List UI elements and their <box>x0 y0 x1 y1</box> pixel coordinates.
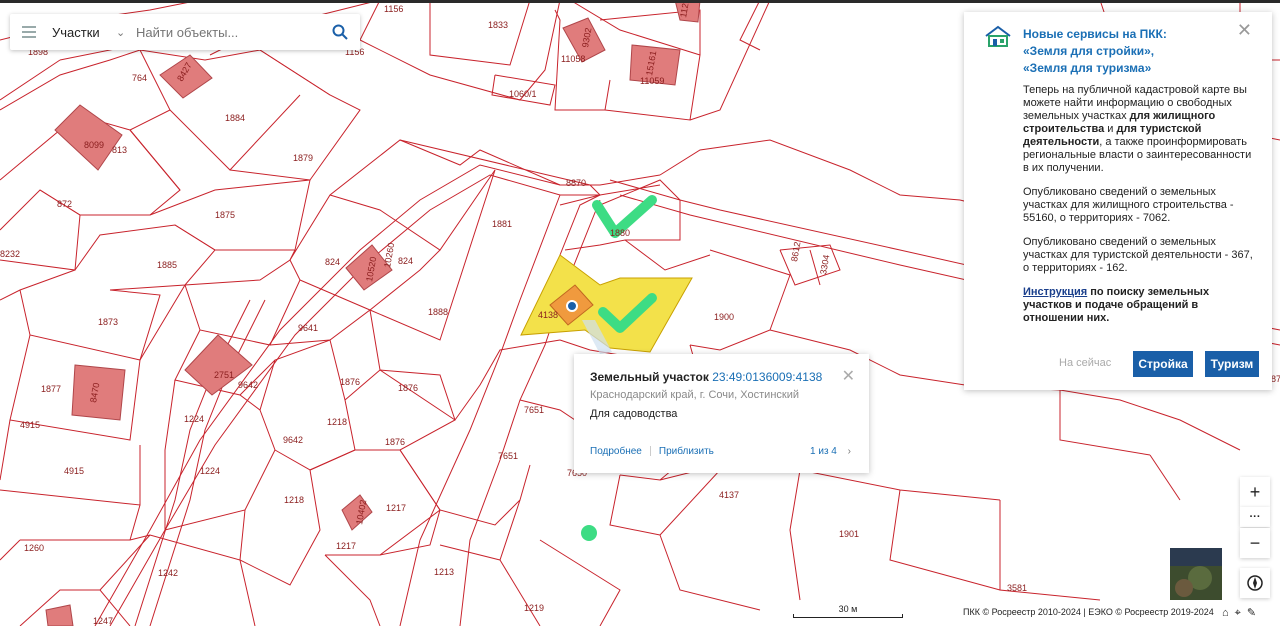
compass-icon[interactable] <box>1240 568 1270 598</box>
parcel-label: 1876 <box>398 383 418 393</box>
parcel-label: 1888 <box>428 307 448 317</box>
parcel-label: 3581 <box>1007 583 1027 593</box>
parcel-label: 8099 <box>84 140 104 150</box>
news-heading-line: Новые сервисы на ПКК: <box>1023 27 1167 41</box>
parcel-label: 1156 <box>384 4 403 14</box>
parcel-label: 9642 <box>283 435 303 445</box>
house-logo-icon <box>984 24 1012 53</box>
news-heading-line: «Земля для туризма» <box>1023 61 1152 75</box>
parcel-label: 1880 <box>610 228 630 238</box>
parcel-label: 872 <box>57 199 72 209</box>
parcel-label: 1877 <box>41 384 61 394</box>
news-text: и <box>1107 123 1114 135</box>
popup-address: Краснодарский край, г. Сочи, Хостинский <box>590 389 799 401</box>
parcel-label: 11058 <box>561 54 585 64</box>
parcel-label: 1218 <box>327 417 347 427</box>
parcel-label: 813 <box>112 145 127 155</box>
news-buttons: На сейчас Стройка Туризм <box>964 351 1272 377</box>
ruler-icon[interactable]: ✎ <box>1247 607 1262 619</box>
parcel-label: 1224 <box>184 414 204 424</box>
parcel-label: 1219 <box>524 603 544 613</box>
cadastral-number-link[interactable]: 23:49:0136009:4138 <box>712 370 822 384</box>
parcel-label: 1876 <box>340 377 360 387</box>
parcel-label: 9642 <box>238 380 258 390</box>
parcel-label: 4137 <box>719 490 739 500</box>
top-bar <box>0 0 1280 3</box>
scale-label: 30 м <box>838 604 858 614</box>
parcel-label: 1247 <box>93 616 113 626</box>
parcel-label: 1876 <box>385 437 405 447</box>
parcel-label: 1881 <box>492 219 512 229</box>
popup-usage: Для садоводства <box>590 408 678 420</box>
parcel-popup: Земельный участок 23:49:0136009:4138 ✕ К… <box>574 354 869 473</box>
parcel-label: 8870 <box>566 178 586 188</box>
parcel-label: 1900 <box>714 312 734 322</box>
layer-selector[interactable]: Участки <box>52 25 116 40</box>
news-heading: Новые сервисы на ПКК: «Земля для стройки… <box>1023 26 1243 77</box>
parcel-label: 2751 <box>214 370 234 380</box>
news-panel: ✕ Новые сервисы на ПКК: «Земля для строй… <box>964 12 1272 390</box>
popup-actions: Подробнее Приблизить <box>590 446 714 457</box>
news-paragraph: Инструкция по поиску земельных участков … <box>1023 286 1253 325</box>
parcel-label: 4915 <box>64 466 84 476</box>
locate-icon[interactable]: ⌖ <box>1235 607 1247 619</box>
parcel-label: 1217 <box>386 503 406 513</box>
parcel-label: 1873 <box>98 317 118 327</box>
parcel-label: 1218 <box>284 495 304 505</box>
popup-pager[interactable]: 1 из 4 › <box>810 446 851 457</box>
parcel-label: 7651 <box>498 451 518 461</box>
news-heading-line: «Земля для стройки», <box>1023 44 1155 58</box>
popup-title: Земельный участок 23:49:0136009:4138 <box>590 370 822 384</box>
home-icon[interactable]: ⌂ <box>1222 607 1235 619</box>
hamburger-menu-icon[interactable] <box>22 23 36 41</box>
zoom-in-button[interactable]: + <box>1240 477 1270 507</box>
news-paragraph: Теперь на публичной кадастровой карте вы… <box>1023 84 1253 175</box>
more-link[interactable]: Подробнее <box>590 446 642 457</box>
parcel-label: 764 <box>132 73 147 83</box>
popup-close-icon[interactable]: ✕ <box>842 366 855 386</box>
copyright-text: ПКК © Росреестр 2010-2024 | ЕЭКО © Росре… <box>963 607 1214 617</box>
parcel-label: 824 <box>398 256 413 266</box>
parcel-label: 1242 <box>158 568 178 578</box>
parcel-label: 9641 <box>298 323 318 333</box>
news-paragraph: Опубликовано сведений о земельных участк… <box>1023 236 1253 274</box>
news-body: Теперь на публичной кадастровой карте вы… <box>1023 84 1253 336</box>
parcel-label: 1213 <box>434 567 454 577</box>
tourism-button[interactable]: Туризм <box>1205 351 1259 377</box>
search-input[interactable] <box>134 23 326 41</box>
instruction-link[interactable]: Инструкция <box>1023 286 1087 298</box>
chevron-down-icon[interactable]: ⌄ <box>116 26 134 39</box>
search-panel: Участки ⌄ <box>10 14 360 50</box>
parcel-label: 1217 <box>336 541 356 551</box>
parcel-label: 1884 <box>225 113 245 123</box>
zoom-to-link[interactable]: Приблизить <box>659 446 714 457</box>
map-scale: 30 м <box>793 604 903 618</box>
more-button[interactable]: ··· <box>1240 507 1270 527</box>
news-paragraph: Опубликовано сведений о земельных участк… <box>1023 186 1234 224</box>
parcel-label: 11059 <box>640 76 664 86</box>
parcel-label: 1260 <box>24 543 44 553</box>
chevron-right-icon[interactable]: › <box>848 446 851 457</box>
satellite-basemap-toggle[interactable] <box>1170 548 1222 600</box>
later-button[interactable]: На сейчас <box>1059 357 1111 369</box>
parcel-label: 1885 <box>157 260 177 270</box>
parcel-label: 1901 <box>839 529 859 539</box>
parcel-label: 8232 <box>0 249 20 259</box>
parcel-label: 4915 <box>20 420 40 430</box>
search-icon[interactable] <box>326 18 354 46</box>
zoom-out-button[interactable]: − <box>1240 528 1270 558</box>
popup-title-text: Земельный участок <box>590 370 709 384</box>
parcel-label: 4138 <box>538 310 558 320</box>
build-button[interactable]: Стройка <box>1133 351 1193 377</box>
footer-icons: ⌂⌖✎ <box>1222 606 1262 620</box>
parcel-label: 1879 <box>293 153 313 163</box>
parcel-label: 824 <box>325 257 340 267</box>
parcel-label: 1060/1 <box>509 89 537 99</box>
scale-bar <box>793 614 903 618</box>
parcel-label: 1875 <box>215 210 235 220</box>
parcel-label: 7651 <box>524 405 544 415</box>
pager-text: 1 из 4 <box>810 446 837 457</box>
parcel-label: 1224 <box>200 466 220 476</box>
parcel-label: 1833 <box>488 20 508 30</box>
